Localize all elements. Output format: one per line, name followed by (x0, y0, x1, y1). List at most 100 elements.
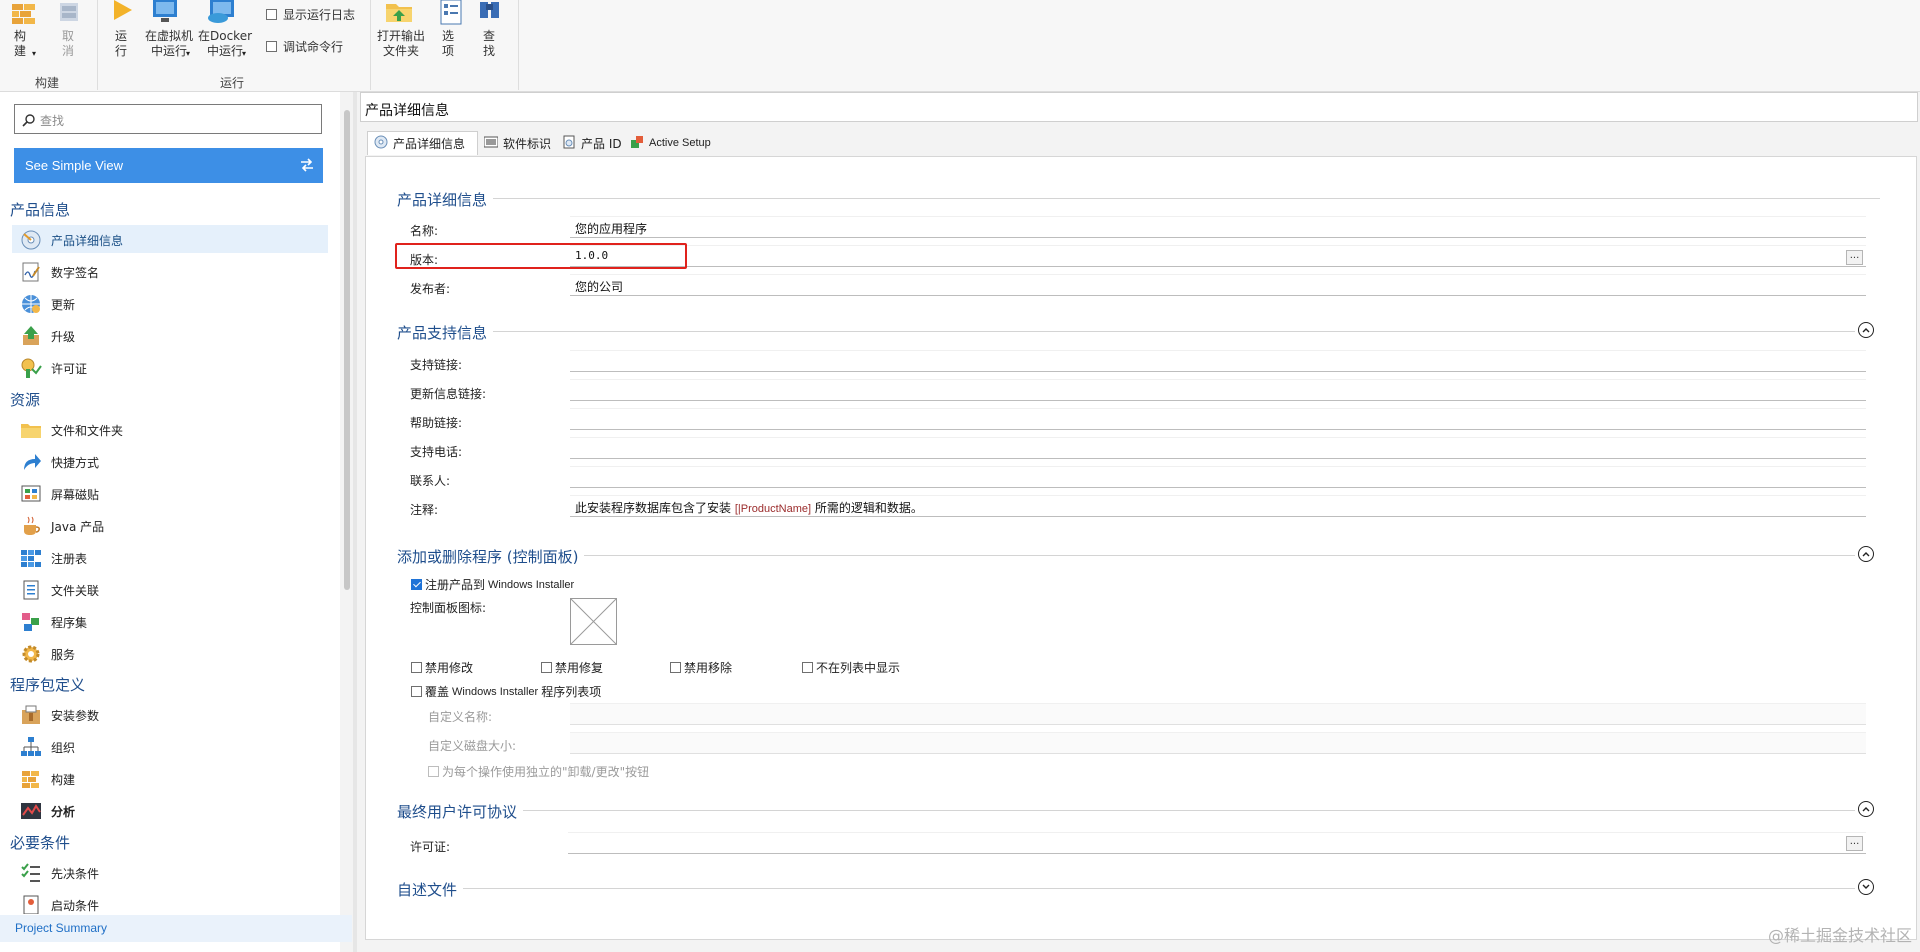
sidebar-item-services[interactable]: 服务 (12, 639, 328, 667)
separate-uninstall-change-checkbox[interactable]: 为每个操作使用独立的"卸载/更改"按钮 (428, 763, 649, 780)
project-summary-link[interactable]: Project Summary (0, 915, 352, 942)
sidebar-item-launch-conditions[interactable]: 启动条件 (12, 890, 328, 914)
hide-in-list-label: 不在列表中显示 (816, 661, 901, 675)
sidebar-item-digital-signature[interactable]: 数字签名 (12, 257, 328, 285)
section-title-product-details: 产品详细信息 (397, 189, 494, 210)
tab-label: Active Setup (649, 137, 711, 149)
checkbox-icon[interactable] (411, 686, 422, 697)
sidebar-scrollbar[interactable] (344, 110, 350, 590)
checkbox-icon[interactable] (428, 766, 439, 777)
register-label: 注册产品到 (425, 578, 486, 592)
sidebar-item-label: Java 产品 (51, 520, 105, 534)
options-button[interactable]: 选 项 (442, 29, 454, 59)
group-separator (370, 0, 371, 90)
sidebar-item-shortcuts[interactable]: 快捷方式 (12, 447, 328, 475)
expand-readme-button[interactable] (1858, 879, 1874, 895)
build-button[interactable]: 构 建 (14, 29, 26, 59)
sidebar-item-files-folders[interactable]: 文件和文件夹 (12, 415, 328, 443)
name-field[interactable]: 您的应用程序 (570, 216, 1866, 238)
tab-product-details[interactable]: 产品详细信息 (367, 131, 478, 155)
sidebar-item-registry[interactable]: 注册表 (12, 543, 328, 571)
sidebar-item-prerequisites[interactable]: 先决条件 (12, 858, 328, 886)
show-run-log-checkbox[interactable]: 显示运行日志 (266, 6, 355, 23)
sidebar-item-tiles[interactable]: 屏幕磁贴 (12, 479, 328, 507)
sidebar-item-organization[interactable]: 组织 (12, 732, 328, 760)
run-icon (108, 0, 136, 29)
active-setup-icon (630, 135, 644, 152)
sidebar-item-product-details[interactable]: 产品详细信息 (12, 225, 328, 253)
sidebar-item-install-parameters[interactable]: 安装参数 (12, 700, 328, 728)
disable-remove-checkbox[interactable]: 禁用移除 (670, 659, 732, 676)
sidebar-item-license[interactable]: 许可证 (12, 353, 328, 381)
cd-icon (374, 135, 388, 152)
support-phone-field[interactable] (570, 437, 1866, 459)
disable-repair-label: 禁用修复 (555, 661, 604, 675)
disable-repair-checkbox[interactable]: 禁用修复 (541, 659, 603, 676)
license-field[interactable] (568, 832, 1866, 854)
help-link-field[interactable] (570, 408, 1866, 430)
comments-field[interactable]: 此安装程序数据库包含了安装 [|ProductName] 所需的逻辑和数据。 (570, 495, 1866, 517)
checkbox-icon[interactable] (411, 662, 422, 673)
run-docker-dropdown-icon[interactable]: ▾ (242, 49, 246, 58)
support-link-field[interactable] (570, 350, 1866, 372)
swap-icon (299, 157, 315, 176)
sidebar-item-updates[interactable]: 更新 (12, 289, 328, 317)
sidebar-item-java[interactable]: Java 产品 (12, 511, 328, 539)
run-vm-dropdown-icon[interactable]: ▾ (186, 49, 190, 58)
comments-label: 注释: (410, 503, 439, 517)
checkbox-icon[interactable] (541, 662, 552, 673)
tab-label: 产品详细信息 (393, 137, 466, 151)
checkbox-checked-icon[interactable] (411, 579, 422, 590)
license-ellipsis-button[interactable]: ... (1846, 836, 1863, 851)
run-button[interactable]: 运 行 (115, 29, 127, 59)
find-button[interactable]: 查 找 (483, 29, 495, 59)
cancel-button[interactable]: 取 消 (62, 29, 74, 59)
tab-label: 产品 ID (581, 136, 622, 151)
register-windows-installer-checkbox[interactable]: 注册产品到 Windows Installer (411, 576, 574, 593)
sidebar-item-analytics[interactable]: 分析 (12, 796, 328, 824)
disable-modify-checkbox[interactable]: 禁用修改 (411, 659, 473, 676)
hide-in-list-checkbox[interactable]: 不在列表中显示 (802, 659, 900, 676)
collapse-support-button[interactable] (1858, 322, 1874, 338)
override-label-en: Windows Installer (452, 685, 539, 698)
checkbox-icon[interactable] (802, 662, 813, 673)
debug-command-line-checkbox[interactable]: 调试命令行 (266, 38, 343, 55)
custom-disk-size-field[interactable] (570, 732, 1866, 754)
tab-active-setup[interactable]: Active Setup (624, 131, 717, 155)
sidebar-item-label: 屏幕磁贴 (51, 488, 100, 502)
version-ellipsis-button[interactable]: ... (1846, 250, 1863, 265)
sidebar-item-upgrades[interactable]: 升级 (12, 321, 328, 349)
category-package-definition: 程序包定义 (10, 676, 86, 694)
control-panel-icon-placeholder[interactable] (570, 598, 617, 645)
sidebar-item-build[interactable]: 构建 (12, 764, 328, 792)
sidebar-item-label: 启动条件 (51, 899, 100, 913)
version-field[interactable]: 1.0.0 (570, 245, 1866, 267)
tab-product-id[interactable]: 产品 ID (556, 131, 628, 155)
see-simple-view-button[interactable]: See Simple View (14, 148, 323, 183)
comments-text: 此安装程序数据库包含了安装 (575, 501, 732, 515)
collapse-eula-button[interactable] (1858, 801, 1874, 817)
checkbox-icon[interactable] (266, 41, 277, 52)
collapse-arp-button[interactable] (1858, 546, 1874, 562)
contact-field[interactable] (570, 466, 1866, 488)
sidebar-item-label: 更新 (51, 298, 76, 312)
custom-name-field[interactable] (570, 703, 1866, 725)
sidebar-item-assemblies[interactable]: 程序集 (12, 607, 328, 635)
open-output-folder-button[interactable]: 打开输出 文件夹 (377, 29, 425, 59)
override-arp-entry-checkbox[interactable]: 覆盖 Windows Installer 程序列表项 (411, 683, 601, 700)
pane-splitter[interactable] (353, 92, 357, 952)
update-link-field[interactable] (570, 379, 1866, 401)
tab-label: 软件标识 (503, 136, 552, 151)
sidebar-item-label: 数字签名 (51, 266, 100, 280)
build-dropdown-icon[interactable]: ▾ (32, 49, 36, 58)
sidebar-item-file-associations[interactable]: 文件关联 (12, 575, 328, 603)
checkbox-icon[interactable] (670, 662, 681, 673)
upgrade-icon (20, 325, 42, 347)
bricks-icon (20, 768, 42, 790)
build-icon (10, 0, 38, 29)
registry-icon (20, 547, 42, 569)
checkbox-icon[interactable] (266, 9, 277, 20)
tab-software-id[interactable]: 软件标识 (478, 131, 557, 155)
publisher-field[interactable]: 您的公司 (570, 274, 1866, 296)
section-divider (400, 810, 1855, 811)
